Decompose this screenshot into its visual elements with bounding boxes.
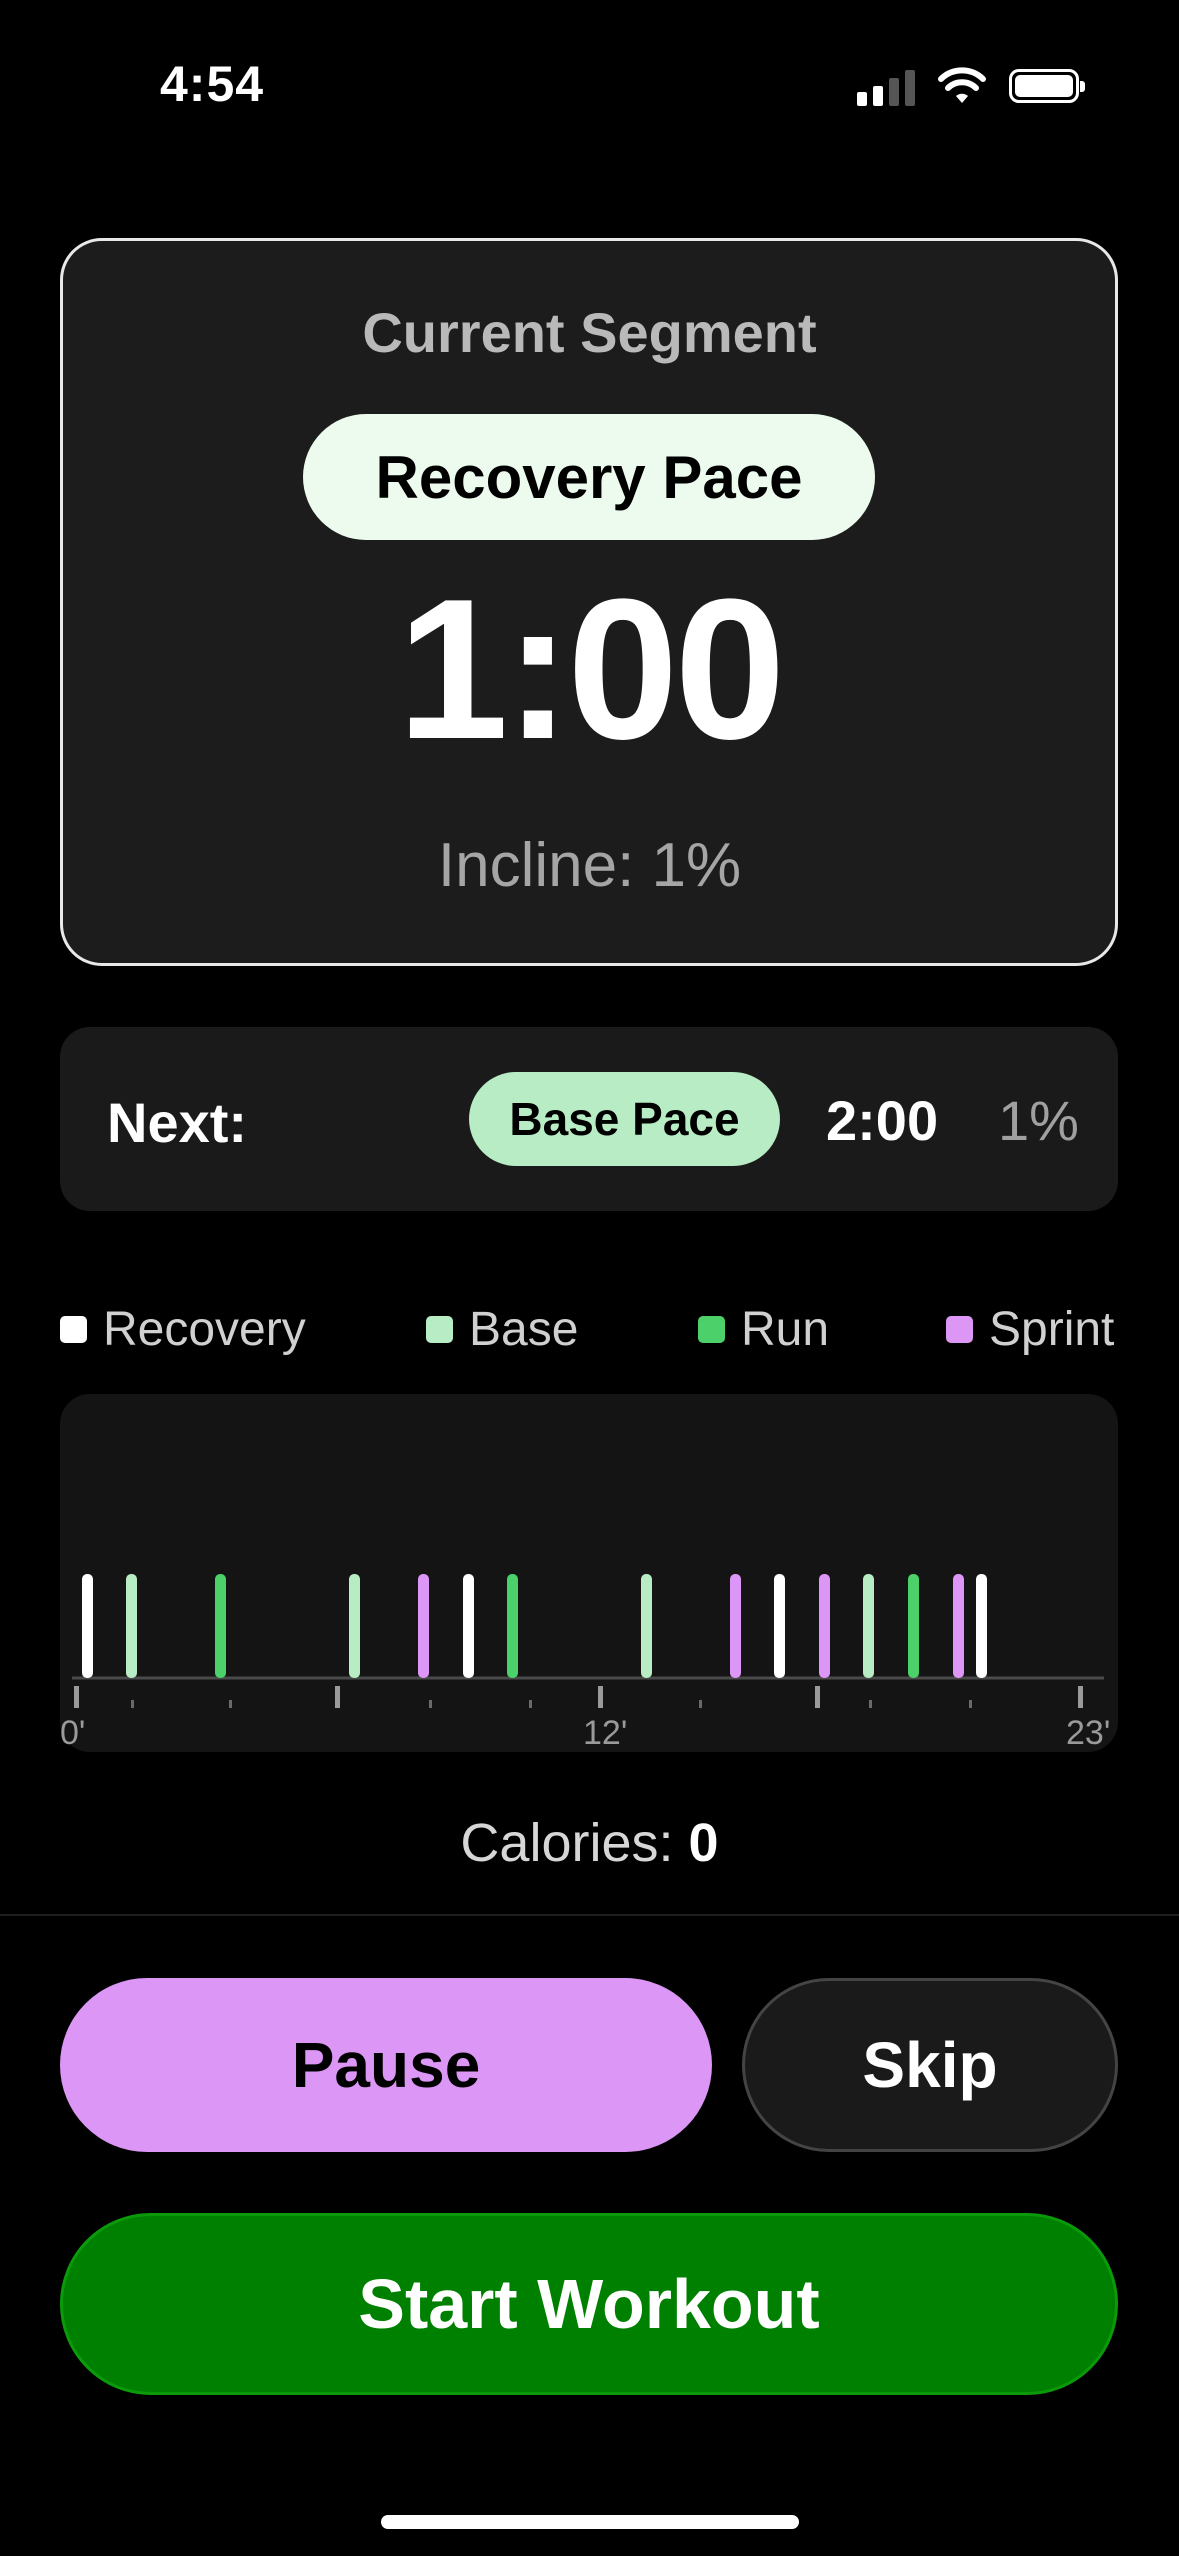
timeline-marker-base <box>863 1574 874 1678</box>
timeline-marker-recovery <box>463 1574 474 1678</box>
timeline-minor-tick <box>429 1700 432 1708</box>
legend-recovery: Recovery <box>60 1302 306 1357</box>
timeline-chart: 0' 12' 23' <box>60 1574 1110 1752</box>
legend-sprint-swatch <box>946 1316 973 1343</box>
timeline-marker-base <box>349 1574 360 1678</box>
battery-icon <box>1009 69 1085 103</box>
calories-label: Calories: <box>460 1813 674 1873</box>
segment-timer: 1:00 <box>397 558 785 781</box>
timeline-major-tick <box>815 1686 820 1708</box>
legend-recovery-label: Recovery <box>103 1303 306 1356</box>
timeline-major-tick <box>1078 1686 1083 1708</box>
next-segment-pill: Base Pace <box>469 1072 780 1166</box>
legend-base: Base <box>426 1302 578 1357</box>
skip-button[interactable]: Skip <box>742 1978 1118 2152</box>
status-time: 4:54 <box>160 56 265 112</box>
legend-recovery-swatch <box>60 1316 87 1343</box>
timeline-minor-tick <box>131 1700 134 1708</box>
timeline-minor-tick <box>229 1700 232 1708</box>
timeline-marker-recovery <box>82 1574 93 1678</box>
next-incline: 1% <box>998 1089 1079 1152</box>
timeline-tick-label: 23' <box>1066 1714 1110 1752</box>
timeline-minor-tick <box>529 1700 532 1708</box>
timeline-major-tick <box>598 1686 603 1708</box>
legend-base-swatch <box>426 1316 453 1343</box>
segment-incline: Incline: 1% <box>437 831 742 900</box>
timeline-major-tick <box>74 1686 79 1708</box>
timeline-marker-run <box>507 1574 518 1678</box>
next-duration: 2:00 <box>826 1089 939 1152</box>
start-workout-button[interactable]: Start Workout <box>60 2213 1118 2395</box>
timeline-minor-tick <box>969 1700 972 1708</box>
timeline-marker-base <box>126 1574 137 1678</box>
timeline-tick-label: 12' <box>583 1714 627 1752</box>
legend-sprint-label: Sprint <box>989 1303 1115 1356</box>
timeline-marker-sprint <box>953 1574 964 1678</box>
legend-run-swatch <box>698 1316 725 1343</box>
status-icons <box>857 66 1085 106</box>
timeline-minor-tick <box>699 1700 702 1708</box>
timeline-marker-recovery <box>774 1574 785 1678</box>
timeline-marker-base <box>641 1574 652 1678</box>
legend-base-label: Base <box>469 1303 579 1356</box>
timeline-marker-run <box>908 1574 919 1678</box>
timeline-marker-sprint <box>418 1574 429 1678</box>
home-indicator[interactable] <box>381 2515 799 2529</box>
timeline-major-tick <box>335 1686 340 1708</box>
timeline-marker-run <box>215 1574 226 1678</box>
timeline-marker-sprint <box>730 1574 741 1678</box>
cellular-signal-icon <box>857 66 915 106</box>
pause-button[interactable]: Pause <box>60 1978 712 2152</box>
calories-readout: Calories: 0 <box>0 1812 1179 1874</box>
timeline-marker-recovery <box>976 1574 987 1678</box>
legend-run-label: Run <box>741 1303 830 1356</box>
divider <box>0 1914 1179 1916</box>
legend-run: Run <box>698 1302 829 1357</box>
legend-sprint: Sprint <box>946 1302 1114 1357</box>
next-label: Next: <box>107 1091 248 1154</box>
timeline-tick-label: 0' <box>60 1714 85 1752</box>
segment-title: Current Segment <box>362 301 817 364</box>
timeline-marker-sprint <box>819 1574 830 1678</box>
wifi-icon <box>938 67 986 103</box>
current-segment-pill: Recovery Pace <box>303 414 875 540</box>
timeline-minor-tick <box>869 1700 872 1708</box>
calories-value: 0 <box>688 1813 719 1873</box>
